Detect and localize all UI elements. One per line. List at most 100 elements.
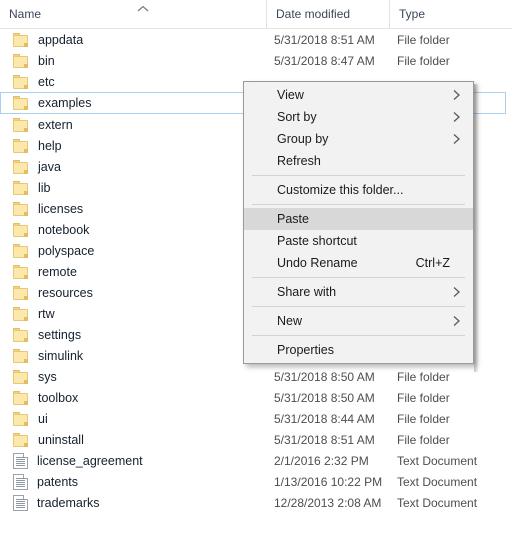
file-type-label: File folder <box>397 32 450 47</box>
file-date-modified-label: 5/31/2018 8:51 AM <box>274 432 375 447</box>
chevron-right-icon <box>451 310 461 332</box>
context-menu-item[interactable]: View <box>244 84 473 106</box>
file-date-modified-label: 1/13/2016 10:22 PM <box>274 474 383 489</box>
file-row-name-cell: patents <box>0 471 78 492</box>
context-menu-item[interactable]: New <box>244 310 473 332</box>
file-name-label: polyspace <box>38 243 95 258</box>
file-name-label: trademarks <box>37 495 100 510</box>
file-row[interactable]: ui 5/31/2018 8:44 AM File folder <box>0 408 512 429</box>
file-name-label: rtw <box>38 306 55 321</box>
file-name-label: appdata <box>38 32 84 47</box>
file-row-name-cell: etc <box>0 71 55 92</box>
file-date-modified-label: 5/31/2018 8:50 AM <box>274 390 375 405</box>
file-type-label: Text Document <box>397 453 478 468</box>
file-row-name-cell: java <box>0 156 61 177</box>
context-menu-item-label: New <box>277 314 303 328</box>
folder-icon <box>13 411 29 426</box>
chevron-right-icon <box>451 84 461 106</box>
file-name-label: licenses <box>38 201 84 216</box>
folder-icon <box>13 32 29 47</box>
menu-separator <box>252 204 465 205</box>
file-type-label: File folder <box>397 390 450 405</box>
context-menu-item-label: Properties <box>277 343 334 357</box>
column-header-name[interactable]: Name <box>0 0 266 28</box>
context-menu-item[interactable]: Paste shortcut <box>244 230 473 252</box>
file-row-name-cell: toolbox <box>0 387 78 408</box>
folder-icon <box>13 243 29 258</box>
file-date-modified-label: 5/31/2018 8:44 AM <box>274 411 375 426</box>
file-row-name-cell: extern <box>0 114 73 135</box>
file-date-modified-label: 5/31/2018 8:50 AM <box>274 369 375 384</box>
file-name-label: license_agreement <box>37 453 143 468</box>
context-menu-item[interactable]: Sort by <box>244 106 473 128</box>
column-header-type[interactable]: Type <box>389 0 512 28</box>
context-menu-item[interactable]: Customize this folder... <box>244 179 473 201</box>
file-row-name-cell: polyspace <box>0 240 94 261</box>
file-row[interactable]: license_agreement 2/1/2016 2:32 PM Text Do… <box>0 450 512 471</box>
file-row-name-cell: sys <box>0 366 57 387</box>
text-document-icon <box>13 494 28 511</box>
context-menu[interactable]: View Sort by Group by Refresh Customize this… <box>243 81 474 364</box>
file-name-label: help <box>38 138 62 153</box>
file-row-name-cell: bin <box>0 50 55 71</box>
context-menu-item[interactable]: Paste <box>244 208 473 230</box>
file-name-label: sys <box>38 369 57 384</box>
folder-icon <box>13 96 29 110</box>
folder-icon <box>13 53 29 68</box>
file-row[interactable]: appdata 5/31/2018 8:51 AM File folder <box>0 29 512 50</box>
folder-icon <box>13 327 29 342</box>
folder-icon <box>13 264 29 279</box>
file-row[interactable]: patents 1/13/2016 10:22 PM Text Document <box>0 471 512 492</box>
file-type-label: Text Document <box>397 495 478 510</box>
file-name-label: remote <box>38 264 77 279</box>
file-name-label: java <box>38 159 61 174</box>
context-menu-item-label: Refresh <box>277 154 321 168</box>
folder-icon <box>13 117 29 132</box>
file-name-label: etc <box>38 74 55 89</box>
file-row[interactable]: toolbox 5/31/2018 8:50 AM File folder <box>0 387 512 408</box>
file-date-modified-label: 2/1/2016 2:32 PM <box>274 453 369 468</box>
file-row-name-cell: help <box>0 135 62 156</box>
folder-icon <box>13 348 29 363</box>
file-row-name-cell: ui <box>0 408 48 429</box>
context-menu-item-shortcut: Ctrl+Z <box>415 256 450 270</box>
file-row-name-cell: examples <box>1 93 92 113</box>
context-menu-shadow <box>474 84 479 372</box>
chevron-right-icon <box>451 106 461 128</box>
file-row[interactable]: bin 5/31/2018 8:47 AM File folder <box>0 50 512 71</box>
context-menu-item-label: Share with <box>277 285 337 299</box>
context-menu-item[interactable]: Undo Rename Ctrl+Z <box>244 252 473 274</box>
folder-icon <box>13 390 29 405</box>
file-name-label: extern <box>38 117 73 132</box>
file-row-name-cell: simulink <box>0 345 83 366</box>
folder-icon <box>13 159 29 174</box>
file-row-name-cell: remote <box>0 261 77 282</box>
context-menu-item-label: Undo Rename <box>277 256 358 270</box>
context-menu-item-label: Paste <box>277 212 309 226</box>
file-name-label: resources <box>38 285 93 300</box>
context-menu-item-label: Sort by <box>277 110 317 124</box>
file-row[interactable]: sys 5/31/2018 8:50 AM File folder <box>0 366 512 387</box>
context-menu-item[interactable]: Group by <box>244 128 473 150</box>
folder-icon <box>13 74 29 89</box>
column-header-date-modified[interactable]: Date modified <box>266 0 389 28</box>
folder-icon <box>13 306 29 321</box>
context-menu-item-label: View <box>277 88 304 102</box>
file-row-name-cell: lib <box>0 177 51 198</box>
file-row-name-cell: license_agreement <box>0 450 143 471</box>
file-name-label: settings <box>38 327 82 342</box>
context-menu-item-label: Customize this folder... <box>277 183 404 197</box>
folder-icon <box>13 222 29 237</box>
context-menu-item[interactable]: Properties <box>244 339 473 361</box>
file-row-name-cell: uninstall <box>0 429 84 450</box>
context-menu-item[interactable]: Refresh <box>244 150 473 172</box>
file-row[interactable]: trademarks 12/28/2013 2:08 AM Text Documen… <box>0 492 512 513</box>
file-row-name-cell: appdata <box>0 29 83 50</box>
file-row[interactable]: uninstall 5/31/2018 8:51 AM File folder <box>0 429 512 450</box>
file-name-label: simulink <box>38 348 84 363</box>
file-row-name-cell: resources <box>0 282 93 303</box>
menu-separator <box>252 306 465 307</box>
folder-icon <box>13 201 29 216</box>
context-menu-item[interactable]: Share with <box>244 281 473 303</box>
file-name-label: toolbox <box>38 390 79 405</box>
